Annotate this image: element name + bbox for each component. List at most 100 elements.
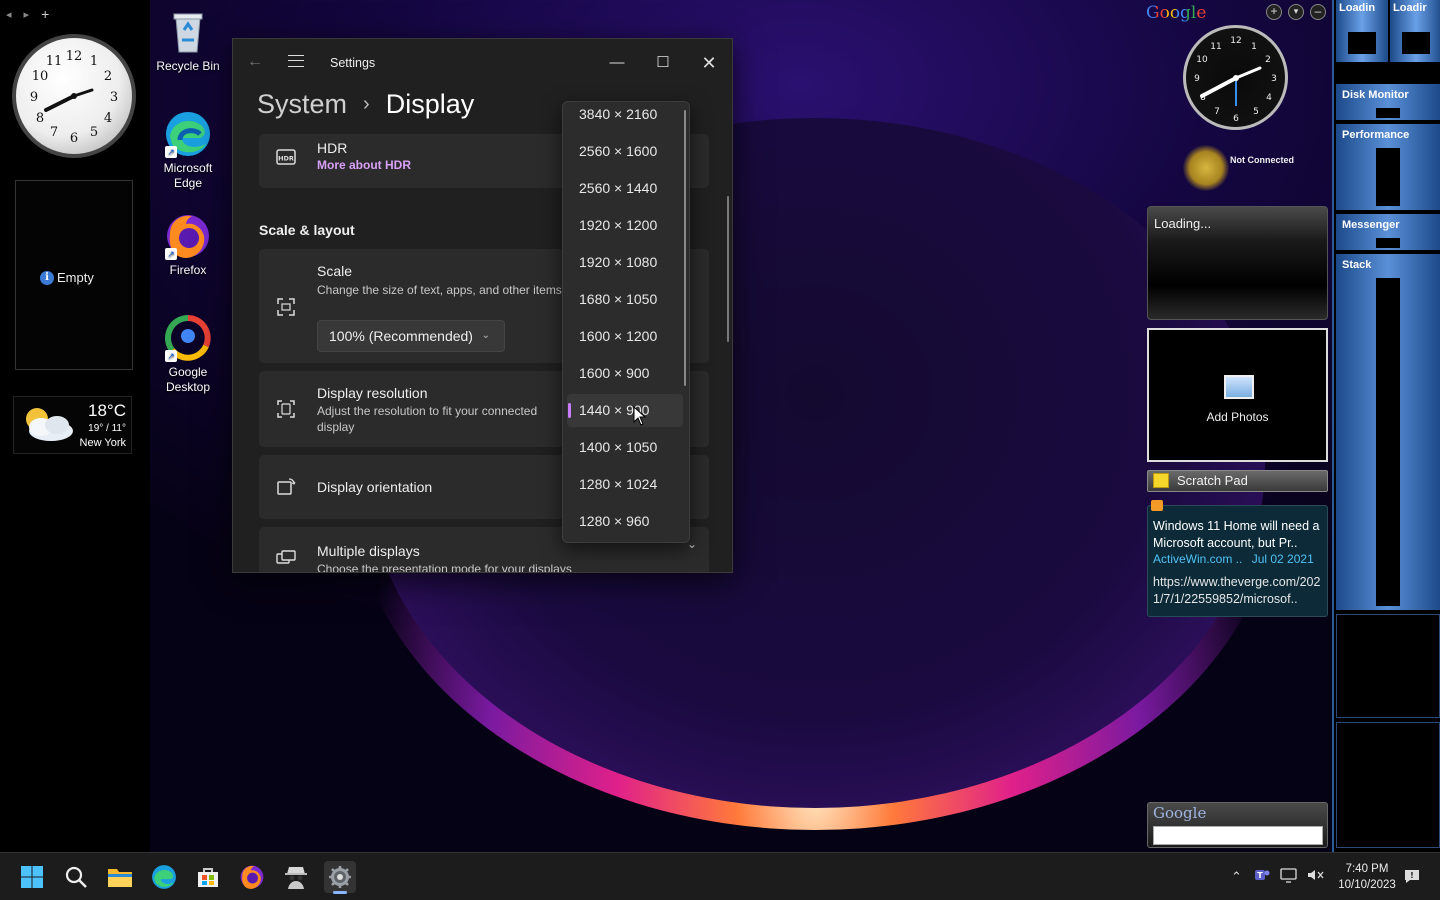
stack-label: Stack [1342, 259, 1372, 271]
resolution-subtitle: Adjust the resolution to fit your connec… [317, 404, 538, 434]
resolution-option[interactable]: 1920 × 1080 [567, 246, 683, 279]
orientation-title: Display orientation [317, 479, 433, 495]
loading-tile-left[interactable]: Loadin [1336, 0, 1388, 62]
weather-widget[interactable]: 18°C 19° / 11° New York [13, 396, 132, 454]
desktop-icon-microsoft-edge[interactable]: ↗ Microsoft Edge [148, 110, 228, 191]
svg-text:9: 9 [1194, 74, 1200, 84]
news-feed-gadget[interactable]: Windows 11 Home will need a Microsoft ac… [1147, 505, 1328, 617]
performance-section[interactable]: Performance [1336, 124, 1440, 210]
loading-gadget[interactable]: Loading... [1147, 206, 1328, 320]
taskbar-store[interactable] [192, 861, 224, 893]
messenger-section[interactable]: Messenger [1336, 214, 1440, 250]
resolution-option[interactable]: 1600 × 900 [567, 357, 683, 390]
breadcrumb-system[interactable]: System [257, 89, 347, 120]
maximize-button[interactable]: ☐ [643, 47, 683, 79]
teams-icon[interactable]: T [1254, 867, 1270, 886]
analog-clock-widget[interactable]: 12 1 2 3 4567 8 9 10 11 [12, 34, 136, 158]
resolution-option[interactable]: 1280 × 960 [567, 505, 683, 538]
network-icon[interactable] [1280, 867, 1298, 886]
scale-icon [277, 298, 295, 316]
desktop-icon-recycle-bin[interactable]: Recycle Bin [148, 8, 228, 74]
add-gadget-icon[interactable]: + [1266, 4, 1282, 20]
loading-tile-right[interactable]: Loadir [1390, 0, 1440, 62]
taskbar-file-explorer[interactable] [104, 861, 136, 893]
desktop-icon-google-desktop[interactable]: ↗ Google Desktop [148, 314, 228, 395]
dark-clock-widget[interactable]: 12 1 2 3 4567 8 9 10 11 [1183, 25, 1288, 130]
notification-icon[interactable]: ! [1404, 868, 1420, 888]
spy-icon [285, 867, 307, 889]
minimize-button[interactable]: — [597, 47, 637, 79]
taskbar-settings[interactable] [324, 861, 356, 894]
tray-overflow-icon[interactable]: ⌃ [1231, 869, 1242, 885]
taskbar-search-button[interactable] [60, 861, 92, 893]
svg-text:6: 6 [70, 131, 78, 146]
taskbar-clock[interactable]: 7:40 PM 10/10/2023 [1336, 861, 1398, 893]
resolution-option[interactable]: 1680 × 1050 [567, 283, 683, 316]
hdr-title: HDR [317, 140, 348, 156]
resolution-option[interactable]: 1280 × 1024 [567, 468, 683, 501]
taskbar-edge[interactable] [148, 861, 180, 893]
dropdown-scrollbar[interactable] [684, 110, 686, 386]
minimize-gadgets-icon[interactable]: – [1310, 4, 1326, 20]
tile-screen [1402, 32, 1430, 54]
scale-select[interactable]: 100% (Recommended) ⌄ [317, 320, 505, 352]
google-search-input[interactable] [1153, 826, 1323, 845]
desktop-icon-label: Firefox [169, 263, 207, 277]
news-headline[interactable]: Windows 11 Home will need a Microsoft ac… [1153, 518, 1325, 552]
section-screen [1376, 108, 1400, 118]
window-titlebar[interactable]: ← Settings — ☐ ✕ [233, 39, 732, 87]
svg-text:10: 10 [32, 69, 49, 84]
sidebar-forward-button[interactable]: ▸ [24, 8, 30, 22]
svg-text:2: 2 [1265, 55, 1271, 65]
resolution-option[interactable]: 2560 × 1600 [567, 135, 683, 168]
start-button[interactable] [16, 861, 48, 893]
edge-icon: ↗ [164, 110, 212, 158]
sidebar-back-button[interactable]: ◂ [6, 8, 12, 22]
news-source[interactable]: ActiveWin.com .. [1153, 552, 1242, 566]
stack-section[interactable]: Stack [1336, 254, 1440, 610]
resolution-option[interactable]: 1400 × 1050 [567, 431, 683, 464]
svg-text:6: 6 [1233, 114, 1239, 124]
sun-icon [1183, 145, 1229, 191]
more-about-hdr-link[interactable]: More about HDR [317, 157, 411, 173]
resolution-option[interactable]: 1920 × 1200 [567, 209, 683, 242]
volume-muted-icon[interactable] [1306, 867, 1324, 886]
clock-face-icon: 12123 4567 891011 [1194, 36, 1277, 124]
section-title-scale-layout: Scale & layout [259, 222, 355, 238]
empty-widget[interactable]: i Empty [15, 180, 133, 370]
loading-text: Loading... [1154, 216, 1212, 231]
desktop-icon-firefox[interactable]: ↗ Firefox [148, 212, 228, 278]
resolution-dropdown[interactable]: 3840 × 2160 2560 × 1600 2560 × 1440 1920… [562, 101, 690, 543]
resolution-option[interactable]: 1600 × 1200 [567, 320, 683, 353]
file-explorer-icon [108, 869, 132, 887]
taskbar: ⌃ T 7:40 PM 10/10/2023 ! [0, 852, 1440, 900]
hamburger-menu-icon[interactable] [288, 55, 304, 67]
resolution-option-selected[interactable]: 1440 × 900 [567, 394, 683, 427]
window-scrollbar[interactable] [727, 196, 729, 342]
resolution-option[interactable]: 3840 × 2160 [567, 102, 683, 131]
google-search-logo-text: Google [1153, 804, 1207, 822]
scale-select-value: 100% (Recommended) [329, 328, 473, 344]
desktop-icon-label: Recycle Bin [156, 59, 220, 73]
photos-gadget[interactable]: Add Photos [1147, 328, 1328, 462]
gadget-menu-icon[interactable]: ▾ [1288, 4, 1304, 20]
start-icon [21, 866, 43, 888]
connection-status: Not Connected [1230, 155, 1294, 165]
sidebar-nav: ◂ ▸ + [6, 6, 49, 22]
disk-monitor-section[interactable]: Disk Monitor [1336, 84, 1440, 120]
resolution-title: Display resolution [317, 385, 428, 401]
sidebar-add-button[interactable]: + [41, 6, 49, 22]
edge-icon [152, 865, 176, 889]
empty-label-row: i Empty [40, 270, 94, 285]
resolution-option[interactable]: 2560 × 1440 [567, 172, 683, 205]
taskbar-firefox[interactable] [236, 861, 268, 893]
news-url[interactable]: https://www.theverge.com/2021/7/1/225598… [1153, 574, 1325, 608]
google-search-logo: Google [1153, 804, 1206, 822]
scratch-pad-gadget[interactable]: Scratch Pad [1147, 470, 1328, 492]
add-photos-label[interactable]: Add Photos [1149, 410, 1326, 424]
close-button[interactable]: ✕ [689, 47, 729, 79]
svg-text:11: 11 [1210, 42, 1221, 52]
photo-icon [1224, 375, 1254, 399]
back-arrow-icon[interactable]: ← [247, 53, 263, 71]
taskbar-spy-app[interactable] [280, 861, 312, 893]
